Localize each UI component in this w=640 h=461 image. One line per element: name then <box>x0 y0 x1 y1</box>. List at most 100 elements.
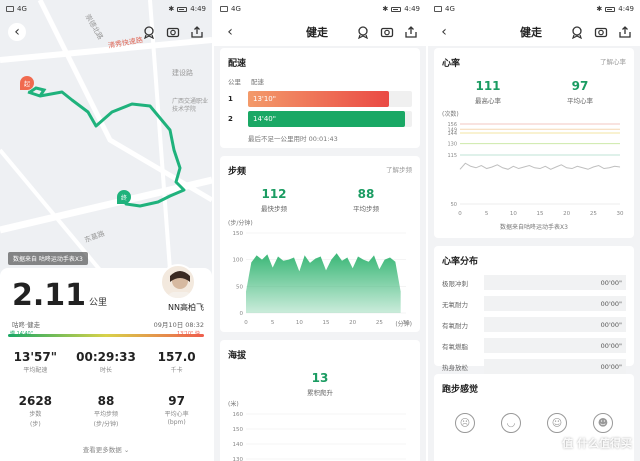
heartrate-heading: 心率 <box>442 59 461 69</box>
x-tick-label: 0 <box>458 211 462 217</box>
pace-bar-2-label: 14'40" <box>253 115 276 123</box>
y-tick-label: 150 <box>233 427 244 433</box>
stat-heartrate-label: 平均心率 <box>164 411 189 418</box>
zone-name: 无氧耐力 <box>442 300 468 309</box>
elevation-card: 海拔 13 累积爬升 (米) 120130140150160 <box>220 340 420 461</box>
back-button[interactable]: ‹ <box>436 24 452 40</box>
avatar-name: NN高柏飞 <box>168 303 204 312</box>
elevation-y-unit: (米) <box>228 401 239 408</box>
clock: 4:49 <box>618 5 634 13</box>
very-happy-face-icon[interactable]: ☻ <box>593 413 613 433</box>
zone-time: 00'00" <box>484 317 626 332</box>
heartrate-max-value: 111 <box>475 79 501 93</box>
share-icon[interactable] <box>190 25 204 39</box>
end-marker-label: 终 <box>120 194 127 202</box>
back-button[interactable]: ‹ <box>222 24 238 40</box>
bluetooth-icon: ✱ <box>168 5 175 13</box>
cadence-avg-value: 88 <box>357 187 375 201</box>
battery-icon <box>391 6 402 12</box>
zone-name: 有氧燃脂 <box>442 342 468 351</box>
signal-label: 4G <box>17 5 27 13</box>
start-marker: 起 <box>20 76 34 90</box>
top-bar: ‹ 健走 <box>428 18 640 46</box>
heartrate-series-line <box>459 162 621 170</box>
x-tick-label: 15 <box>537 211 544 217</box>
workout-summary-screen: 崇德北路 清秀快速路 建设路 东葛路 广西交通职业技术学院 起 终 4G ✱ 4:… <box>0 0 212 461</box>
pace-row-2: 2 14'40" <box>228 111 412 127</box>
y-tick-label: 0 <box>240 311 244 317</box>
camera-icon[interactable] <box>166 25 180 39</box>
badge-icon[interactable] <box>142 25 156 39</box>
y-tick-label: 100 <box>233 258 244 264</box>
signal-label: 4G <box>231 5 241 13</box>
badge-icon[interactable] <box>570 25 584 39</box>
street-label-3: 建设路 <box>172 69 193 77</box>
page-title: 健走 <box>520 26 542 39</box>
elevation-gain-label: 累积爬升 <box>307 389 333 397</box>
bluetooth-icon: ✱ <box>382 5 389 13</box>
pace-bar-1: 13'10" <box>248 91 390 107</box>
camera-icon[interactable] <box>594 25 608 39</box>
heartrate-learn-link[interactable]: 了解心率 <box>600 56 626 69</box>
run-feel-heading: 跑步感觉 <box>442 385 479 395</box>
zone-time: 00'00" <box>484 296 626 311</box>
activity-type: 咕咚·健走 <box>12 321 41 329</box>
sad-face-icon[interactable]: ☹ <box>455 413 475 433</box>
heartrate-source: 数据来自咕咚运动手表X3 <box>500 224 568 231</box>
elevation-gain: 13 累积爬升 <box>228 371 412 397</box>
cadence-learn-link[interactable]: 了解步频 <box>386 164 412 177</box>
x-tick-label: 5 <box>485 211 489 217</box>
summary-card: NN高柏飞 2.11 公里 咕咚·健走 09月10日 08:32 慢 14'40… <box>0 264 212 461</box>
app-root: 崇德北路 清秀快速路 建设路 东葛路 广西交通职业技术学院 起 终 4G ✱ 4:… <box>0 0 640 461</box>
pace-bar-1-label: 13'10" <box>253 95 276 103</box>
watermark-text: 值 什么值得买 <box>562 437 632 450</box>
status-bar: 4G ✱ 4:49 <box>214 0 426 18</box>
y-tick-label: 160 <box>233 412 244 418</box>
hr-zones-heading: 心率分布 <box>442 257 479 267</box>
elevation-heading: 海拔 <box>228 351 247 361</box>
zone-row: 无氧耐力 00'00" <box>442 296 626 311</box>
area-series <box>246 253 401 313</box>
cadence-max-label: 最快步频 <box>261 205 287 213</box>
pace-slow-label: 慢 14'40" <box>10 331 33 337</box>
stat-cadence: 88 平均步频 (步/分钟) <box>76 394 136 428</box>
share-icon[interactable] <box>618 25 632 39</box>
pace-row-1-km: 1 <box>228 95 233 103</box>
avatar-icon <box>168 271 192 298</box>
heartrate-chart: 50115130144149156051015202530分钟 <box>447 122 624 217</box>
stat-avg-pace-label: 平均配速 <box>23 367 48 374</box>
y-tick-label: 150 <box>233 231 244 237</box>
more-data-link[interactable]: 查看更多数据 ⌄ <box>0 444 212 454</box>
zone-name: 热身放松 <box>442 363 468 372</box>
cadence-y-unit: (步/分钟) <box>228 220 253 227</box>
avatar[interactable] <box>160 264 196 300</box>
y-tick-label: 149 <box>447 127 457 133</box>
cadence-avg: 88 平均步频 <box>353 187 379 213</box>
share-icon[interactable] <box>404 25 418 39</box>
x-tick-label: 30 <box>617 211 624 217</box>
x-tick-label: 25 <box>590 211 597 217</box>
chevron-down-icon: ⌄ <box>123 446 130 454</box>
neutral-face-icon[interactable]: ◡ <box>501 413 521 433</box>
stat-calories: 157.0 千卡 <box>147 350 207 374</box>
pace-bar-2: 14'40" <box>248 111 406 127</box>
stat-avg-pace-value: 13'57" <box>13 350 57 364</box>
distance-value: 2.11 <box>12 278 87 313</box>
heartrate-max-label: 最高心率 <box>475 97 501 105</box>
camera-icon[interactable] <box>380 25 394 39</box>
zone-time: 00'00" <box>484 359 626 374</box>
stats-row-2: 2628 步数 (步) 88 平均步频 (步/分钟) 97 平均心率 (bpm) <box>0 394 212 428</box>
signal-icon <box>220 6 228 12</box>
stat-duration: 00:29:33 时长 <box>76 350 136 374</box>
zone-row: 热身放松 00'00" <box>442 359 626 374</box>
stat-duration-value: 00:29:33 <box>76 350 136 364</box>
poi-label: 广西交通职业技术学院 <box>172 98 209 113</box>
cadence-card: 步频 了解步频 112 最快步频 88 平均步频 (步/分钟) 0 50 100 150 0… <box>220 156 420 332</box>
happy-face-icon[interactable]: ☺ <box>547 413 567 433</box>
pace-note: 最后不足一公里用时 00:01:43 <box>248 135 338 143</box>
back-button[interactable]: ‹ <box>8 23 26 41</box>
status-bar: 4G ✱ 4:49 <box>0 0 212 18</box>
pace-col-pace: 配速 <box>251 78 264 86</box>
x-tick-label: 0 <box>244 320 248 326</box>
badge-icon[interactable] <box>356 25 370 39</box>
